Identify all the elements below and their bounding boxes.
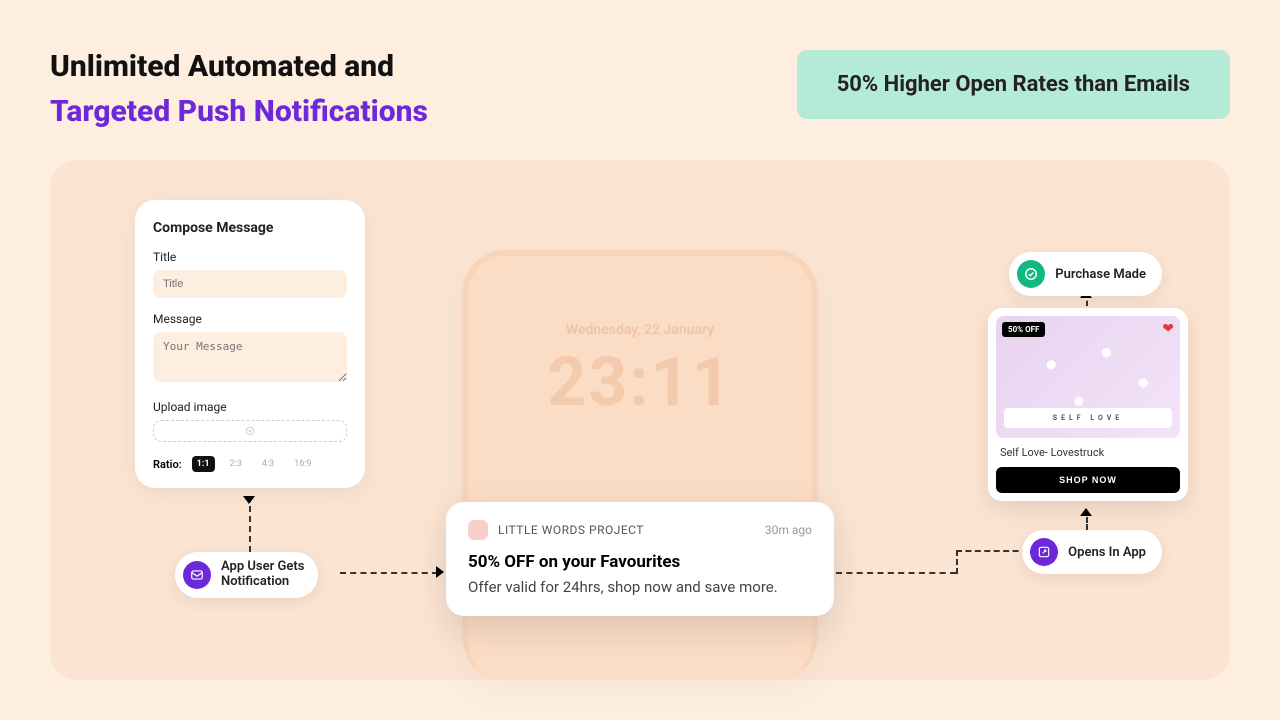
step-label: App User GetsNotification <box>221 560 304 590</box>
connector-line <box>956 550 1028 552</box>
phone-time: 23:11 <box>468 342 812 422</box>
upload-plus-icon <box>245 426 255 436</box>
connector-line <box>956 550 958 574</box>
message-label: Message <box>153 312 347 326</box>
connector-line <box>249 496 251 552</box>
upload-dropzone[interactable] <box>153 420 347 442</box>
product-ribbon: SELF LOVE <box>1004 408 1172 428</box>
page-heading: Unlimited Automated and Targeted Push No… <box>50 44 428 134</box>
upload-label: Upload image <box>153 400 347 414</box>
open-external-icon <box>1030 538 1058 566</box>
mail-icon <box>183 561 211 589</box>
illustration-stage: Compose Message Title Message Upload ima… <box>50 160 1230 680</box>
step-label: Purchase Made <box>1055 267 1146 282</box>
open-rate-badge: 50% Higher Open Rates than Emails <box>797 50 1230 119</box>
heading-line-1: Unlimited Automated and <box>50 44 428 89</box>
check-circle-icon <box>1017 260 1045 288</box>
heading-line-2: Targeted Push Notifications <box>50 89 428 134</box>
step-purchase-made: Purchase Made <box>1009 252 1162 296</box>
heart-icon[interactable]: ❤ <box>1162 321 1174 337</box>
arrow-up-icon <box>1080 508 1092 516</box>
ratio-1-1[interactable]: 1:1 <box>192 456 215 472</box>
connector-line <box>340 572 438 574</box>
title-input[interactable] <box>153 270 347 298</box>
notification-title: 50% OFF on your Favourites <box>468 552 812 572</box>
notification-time: 30m ago <box>765 523 812 537</box>
phone-date: Wednesday, 22 January <box>468 322 812 338</box>
discount-badge: 50% OFF <box>1002 322 1045 337</box>
message-input[interactable] <box>153 332 347 382</box>
ratio-4-3[interactable]: 4:3 <box>257 456 279 472</box>
notification-body: Offer valid for 24hrs, shop now and save… <box>468 578 812 596</box>
shop-now-button[interactable]: SHOP NOW <box>996 467 1180 493</box>
ratio-label: Ratio: <box>153 458 182 471</box>
app-icon <box>468 520 488 540</box>
compose-title: Compose Message <box>153 220 347 236</box>
step-user-gets-notification: App User GetsNotification <box>175 552 318 598</box>
title-label: Title <box>153 250 347 264</box>
arrow-down-icon <box>243 496 255 504</box>
ratio-2-3[interactable]: 2:3 <box>225 456 247 472</box>
product-image: 50% OFF ❤ SELF LOVE <box>996 316 1180 438</box>
step-label: Opens In App <box>1068 545 1146 560</box>
product-name: Self Love- Lovestruck <box>996 438 1180 467</box>
ratio-16-9[interactable]: 16:9 <box>289 456 316 472</box>
compose-card: Compose Message Title Message Upload ima… <box>135 200 365 488</box>
connector-line <box>836 572 956 574</box>
notification-header: LITTLE WORDS PROJECT 30m ago <box>468 520 812 540</box>
arrow-right-icon <box>436 566 444 578</box>
push-notification[interactable]: LITTLE WORDS PROJECT 30m ago 50% OFF on … <box>446 502 834 616</box>
notification-app-name: LITTLE WORDS PROJECT <box>498 523 644 537</box>
product-card[interactable]: 50% OFF ❤ SELF LOVE Self Love- Lovestruc… <box>988 308 1188 501</box>
step-opens-in-app: Opens In App <box>1022 530 1162 574</box>
ratio-row: Ratio: 1:1 2:3 4:3 16:9 <box>153 456 347 472</box>
